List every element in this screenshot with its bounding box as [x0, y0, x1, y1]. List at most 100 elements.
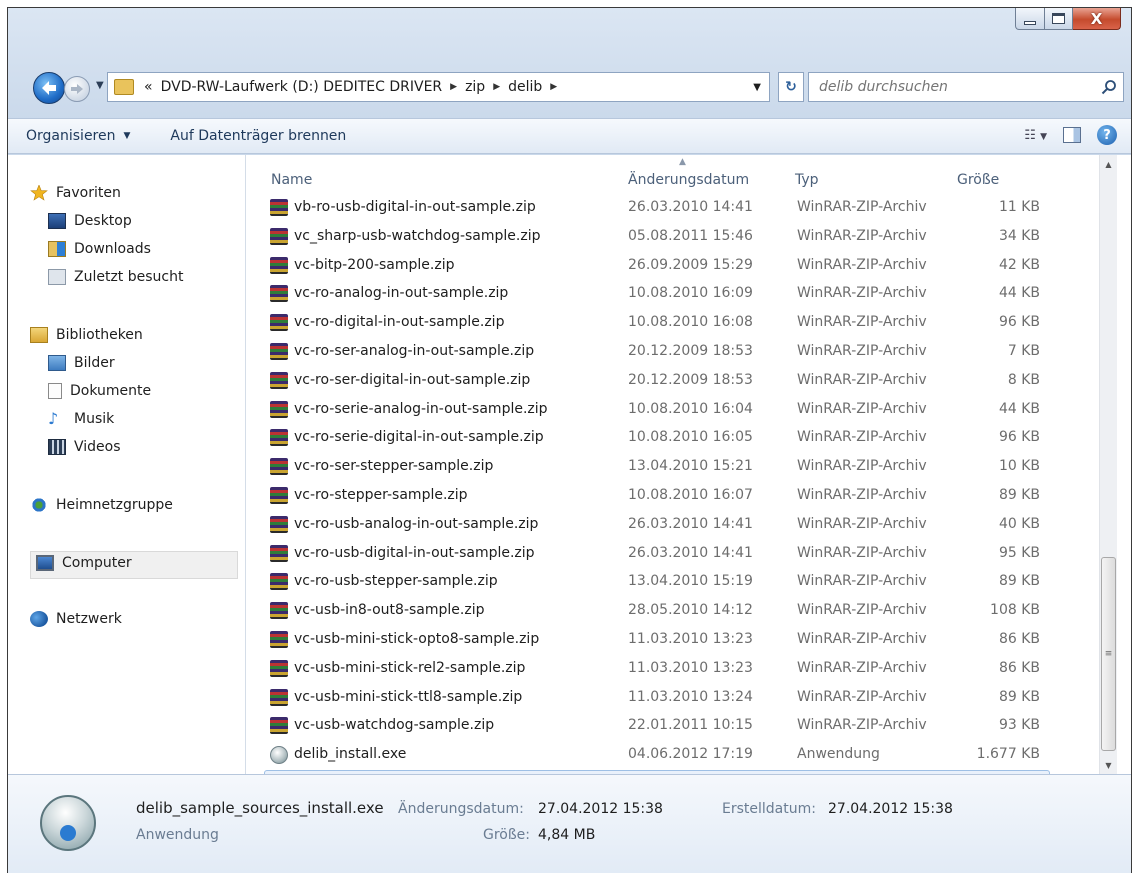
chevron-down-icon: ▼ — [123, 131, 131, 141]
nav-favorites-label: Favoriten — [56, 185, 121, 201]
maximize-button[interactable] — [1045, 8, 1073, 30]
file-date: 26.03.2010 14:41 — [628, 544, 753, 561]
nav-recent[interactable]: Zuletzt besucht — [48, 269, 183, 285]
address-dropdown-icon[interactable]: ▼ — [753, 82, 761, 93]
file-name: vc-ro-analog-in-out-sample.zip — [294, 285, 509, 302]
scrollbar-thumb[interactable]: ≡ — [1101, 557, 1116, 751]
downloads-icon — [48, 241, 66, 257]
details-modified-label: Änderungsdatum: — [398, 801, 524, 817]
file-name: vc-usb-mini-stick-ttl8-sample.zip — [294, 688, 523, 705]
file-type: WinRAR-ZIP-Archiv — [797, 285, 927, 302]
file-row[interactable]: vc-usb-mini-stick-opto8-sample.zip 11.03.… — [264, 626, 1050, 654]
file-date: 11.03.2010 13:23 — [628, 631, 753, 647]
refresh-button[interactable]: ↻ — [778, 72, 804, 102]
file-type: WinRAR-ZIP-Archiv — [797, 573, 927, 590]
breadcrumb: « DVD-RW-Laufwerk (D:) DEDITEC DRIVER ▶ … — [144, 79, 557, 95]
file-row[interactable]: vc-usb-watchdog-sample.zip 22.01.2011 10:… — [264, 712, 1050, 740]
chevron-right-icon[interactable]: ▶ — [450, 82, 457, 92]
rar-icon — [270, 458, 288, 476]
file-row[interactable]: vc_sharp-usb-watchdog-sample.zip 05.08.20… — [264, 223, 1050, 251]
file-date: 10.08.2010 16:09 — [628, 285, 753, 302]
file-row[interactable]: vc-bitp-200-sample.zip 26.09.2009 15:29 Wi… — [264, 252, 1050, 280]
preview-pane-button[interactable] — [1063, 127, 1081, 143]
address-bar[interactable]: « DVD-RW-Laufwerk (D:) DEDITEC DRIVER ▶ … — [107, 72, 770, 102]
scroll-up-icon[interactable]: ▲ — [1100, 155, 1117, 173]
back-button[interactable] — [33, 72, 65, 104]
nav-libraries[interactable]: Bibliotheken — [30, 327, 143, 343]
nav-homegroup[interactable]: Heimnetzgruppe — [30, 497, 173, 513]
details-pane: delib_sample_sources_install.exe Anwendu… — [8, 774, 1131, 873]
file-date: 10.08.2010 16:07 — [628, 487, 753, 503]
command-bar: Organisieren ▼ Auf Datenträger brennen ☷ … — [8, 118, 1131, 154]
nav-music[interactable]: ♪ Musik — [48, 409, 114, 428]
music-icon: ♪ — [48, 409, 59, 428]
file-date: 22.01.2011 10:15 — [628, 717, 753, 734]
file-row[interactable]: vc-usb-mini-stick-ttl8-sample.zip 11.03.2… — [264, 684, 1050, 712]
organize-label: Organisieren — [26, 128, 116, 144]
nav-network[interactable]: Netzwerk — [30, 611, 122, 627]
file-row[interactable]: vc-ro-digital-in-out-sample.zip 10.08.201… — [264, 309, 1050, 337]
rar-icon — [270, 199, 288, 216]
file-name: vc-ro-usb-digital-in-out-sample.zip — [294, 544, 535, 561]
file-row[interactable]: vc-ro-usb-stepper-sample.zip 13.04.2010 1… — [264, 568, 1050, 596]
nav-homegroup-label: Heimnetzgruppe — [56, 497, 173, 513]
file-row[interactable]: delib_install.exe 04.06.2012 17:19 Anwendu… — [264, 741, 1050, 769]
search-icon[interactable] — [1101, 79, 1117, 95]
file-size: 34 KB — [998, 227, 1040, 244]
chevron-right-icon[interactable]: ▶ — [550, 82, 557, 92]
organize-menu[interactable]: Organisieren ▼ — [26, 128, 130, 144]
file-type: WinRAR-ZIP-Archiv — [797, 487, 927, 503]
column-header-name[interactable]: Name — [271, 172, 312, 192]
vertical-scrollbar[interactable]: ▲ ≡ ▼ — [1099, 155, 1117, 774]
column-header-date[interactable]: Änderungsdatum — [628, 172, 749, 192]
file-size: 86 KB — [998, 631, 1040, 647]
recent-places-icon — [48, 269, 66, 285]
file-row[interactable]: vc-ro-ser-stepper-sample.zip 13.04.2010 1… — [264, 453, 1050, 481]
file-row[interactable]: vc-ro-stepper-sample.zip 10.08.2010 16:07… — [264, 482, 1050, 510]
close-button[interactable]: X — [1073, 8, 1121, 30]
file-row[interactable]: vc-ro-usb-digital-in-out-sample.zip 26.03… — [264, 540, 1050, 568]
rar-icon — [270, 544, 288, 562]
file-row[interactable]: vc-usb-mini-stick-rel2-sample.zip 11.03.2… — [264, 655, 1050, 683]
minimize-button[interactable] — [1015, 8, 1045, 30]
nav-downloads[interactable]: Downloads — [48, 241, 151, 257]
chevron-right-icon[interactable]: ▶ — [493, 82, 500, 92]
nav-documents[interactable]: Dokumente — [48, 383, 151, 399]
nav-favorites[interactable]: Favoriten — [30, 185, 121, 201]
file-row[interactable]: vc-ro-ser-digital-in-out-sample.zip 20.12… — [264, 367, 1050, 395]
nav-desktop[interactable]: Desktop — [48, 213, 132, 229]
file-row[interactable]: vb-ro-usb-digital-in-out-sample.zip 26.03… — [264, 194, 1050, 222]
details-created-value: 27.04.2012 15:38 — [828, 801, 953, 817]
nav-computer[interactable]: Computer — [36, 555, 132, 571]
file-name: vb-ro-usb-digital-in-out-sample.zip — [294, 199, 536, 215]
search-box[interactable] — [808, 72, 1124, 102]
breadcrumb-item-drive[interactable]: DVD-RW-Laufwerk (D:) DEDITEC DRIVER — [161, 79, 443, 95]
chevron-down-icon: ▼ — [1040, 131, 1047, 142]
nav-pictures[interactable]: Bilder — [48, 355, 115, 371]
file-row[interactable]: vc-ro-serie-analog-in-out-sample.zip 10.0… — [264, 396, 1050, 424]
file-size: 86 KB — [998, 659, 1040, 676]
forward-button[interactable] — [64, 76, 90, 102]
file-row[interactable]: vc-ro-usb-analog-in-out-sample.zip 26.03.… — [264, 511, 1050, 539]
file-date: 13.04.2010 15:19 — [628, 573, 753, 590]
rar-icon — [270, 285, 288, 303]
search-input[interactable] — [819, 79, 1079, 95]
breadcrumb-item-delib[interactable]: delib — [508, 79, 542, 95]
nav-videos[interactable]: Videos — [48, 439, 121, 455]
file-row[interactable]: vc-usb-in8-out8-sample.zip 28.05.2010 14:… — [264, 597, 1050, 625]
help-button[interactable]: ? — [1097, 125, 1117, 145]
breadcrumb-overflow[interactable]: « — [144, 79, 153, 95]
file-row[interactable]: vc-ro-serie-digital-in-out-sample.zip 10.… — [264, 424, 1050, 452]
file-row[interactable]: vc-ro-analog-in-out-sample.zip 10.08.2010… — [264, 280, 1050, 308]
file-type: WinRAR-ZIP-Archiv — [797, 659, 927, 676]
scroll-down-icon[interactable]: ▼ — [1100, 756, 1117, 774]
rar-icon — [270, 688, 288, 706]
change-view-button[interactable]: ☷ ▼ — [1024, 128, 1047, 143]
file-date: 28.05.2010 14:12 — [628, 602, 753, 619]
column-header-size[interactable]: Größe — [957, 172, 999, 192]
burn-button[interactable]: Auf Datenträger brennen — [170, 128, 346, 144]
file-row[interactable]: vc-ro-ser-analog-in-out-sample.zip 20.12.… — [264, 338, 1050, 366]
column-header-type[interactable]: Typ — [795, 172, 819, 192]
breadcrumb-item-zip[interactable]: zip — [465, 79, 485, 95]
recent-pages-dropdown[interactable]: ▼ — [96, 80, 104, 91]
